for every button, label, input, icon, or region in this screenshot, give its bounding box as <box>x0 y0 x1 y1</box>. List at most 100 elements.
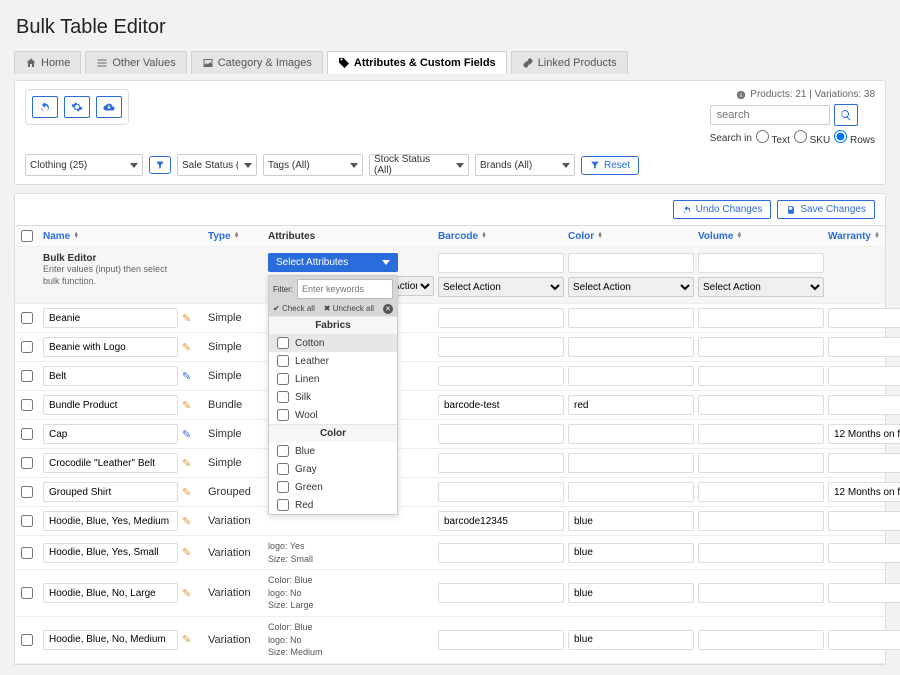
volume-input[interactable] <box>698 366 824 386</box>
warranty-input[interactable] <box>828 511 900 531</box>
warranty-input[interactable] <box>828 337 900 357</box>
attribute-option-checkbox[interactable] <box>277 445 289 457</box>
filter-toggle-button[interactable] <box>149 156 171 174</box>
row-checkbox[interactable] <box>21 399 33 411</box>
row-checkbox[interactable] <box>21 547 33 559</box>
undo-changes-button[interactable]: Undo Changes <box>673 200 772 219</box>
search-opt-sku[interactable]: SKU <box>794 130 830 146</box>
volume-input[interactable] <box>698 630 824 650</box>
attribute-option[interactable]: Wool <box>269 406 397 424</box>
color-input[interactable] <box>568 511 694 531</box>
attribute-option-checkbox[interactable] <box>277 391 289 403</box>
search-opt-text[interactable]: Text <box>756 130 790 146</box>
color-input[interactable] <box>568 424 694 444</box>
bulk-color-input[interactable] <box>438 253 564 273</box>
tab-category-images[interactable]: Category & Images <box>191 51 323 74</box>
name-input[interactable] <box>43 543 178 563</box>
warranty-input[interactable] <box>828 308 900 328</box>
attribute-option-checkbox[interactable] <box>277 499 289 511</box>
barcode-input[interactable] <box>438 543 564 563</box>
color-input[interactable] <box>568 337 694 357</box>
barcode-input[interactable] <box>438 630 564 650</box>
warranty-input[interactable] <box>828 366 900 386</box>
edit-icon[interactable]: ✎ <box>182 312 204 325</box>
color-input[interactable] <box>568 482 694 502</box>
barcode-input[interactable] <box>438 424 564 444</box>
color-input[interactable] <box>568 583 694 603</box>
name-input[interactable] <box>43 395 178 415</box>
brands-select[interactable]: Brands (All) <box>475 154 575 176</box>
edit-icon[interactable]: ✎ <box>182 587 204 600</box>
warranty-input[interactable] <box>828 424 900 444</box>
volume-input[interactable] <box>698 583 824 603</box>
name-input[interactable] <box>43 583 178 603</box>
barcode-input[interactable] <box>438 395 564 415</box>
edit-icon[interactable]: ✎ <box>182 370 204 383</box>
volume-input[interactable] <box>698 308 824 328</box>
edit-icon[interactable]: ✎ <box>182 515 204 528</box>
category-select[interactable]: Clothing (25) <box>25 154 143 176</box>
col-color[interactable]: Color▲▼ <box>568 231 694 242</box>
row-checkbox[interactable] <box>21 486 33 498</box>
check-all-link[interactable]: ✔ Check all <box>273 304 315 314</box>
attribute-option-checkbox[interactable] <box>277 409 289 421</box>
edit-icon[interactable]: ✎ <box>182 399 204 412</box>
edit-icon[interactable]: ✎ <box>182 633 204 646</box>
volume-input[interactable] <box>698 511 824 531</box>
name-input[interactable] <box>43 482 178 502</box>
name-input[interactable] <box>43 630 178 650</box>
row-checkbox[interactable] <box>21 312 33 324</box>
row-checkbox[interactable] <box>21 457 33 469</box>
color-input[interactable] <box>568 308 694 328</box>
warranty-input[interactable] <box>828 453 900 473</box>
edit-icon[interactable]: ✎ <box>182 428 204 441</box>
col-type[interactable]: Type▲▼ <box>208 231 264 242</box>
row-checkbox[interactable] <box>21 341 33 353</box>
search-button[interactable] <box>834 104 858 126</box>
attribute-filter-input[interactable] <box>297 279 393 299</box>
settings-button[interactable] <box>64 96 90 118</box>
sale-status-select[interactable]: Sale Status ( All ) <box>177 154 257 176</box>
name-input[interactable] <box>43 366 178 386</box>
barcode-input[interactable] <box>438 482 564 502</box>
volume-input[interactable] <box>698 453 824 473</box>
row-checkbox[interactable] <box>21 370 33 382</box>
barcode-input[interactable] <box>438 583 564 603</box>
name-input[interactable] <box>43 424 178 444</box>
attribute-option-checkbox[interactable] <box>277 355 289 367</box>
uncheck-all-link[interactable]: ✖ Uncheck all <box>324 304 374 314</box>
edit-icon[interactable]: ✎ <box>182 457 204 470</box>
color-input[interactable] <box>568 366 694 386</box>
color-input[interactable] <box>568 395 694 415</box>
name-input[interactable] <box>43 337 178 357</box>
bulk-warranty-input[interactable] <box>698 253 824 273</box>
name-input[interactable] <box>43 308 178 328</box>
volume-input[interactable] <box>698 482 824 502</box>
name-input[interactable] <box>43 511 178 531</box>
attribute-option[interactable]: Leather <box>269 352 397 370</box>
search-input[interactable] <box>710 105 830 125</box>
attribute-option-checkbox[interactable] <box>277 463 289 475</box>
barcode-input[interactable] <box>438 308 564 328</box>
warranty-input[interactable] <box>828 395 900 415</box>
select-attributes-dropdown[interactable]: Select Attributes <box>268 253 398 272</box>
col-barcode[interactable]: Barcode▲▼ <box>438 231 564 242</box>
bulk-volume-input[interactable] <box>568 253 694 273</box>
edit-icon[interactable]: ✎ <box>182 486 204 499</box>
row-checkbox[interactable] <box>21 428 33 440</box>
search-opt-rows[interactable]: Rows <box>834 130 875 146</box>
bulk-color-action[interactable]: Select Action <box>438 277 564 297</box>
select-all-checkbox[interactable] <box>21 230 33 242</box>
color-input[interactable] <box>568 630 694 650</box>
row-checkbox[interactable] <box>21 587 33 599</box>
barcode-input[interactable] <box>438 366 564 386</box>
attribute-option-checkbox[interactable] <box>277 337 289 349</box>
warranty-input[interactable] <box>828 630 900 650</box>
col-volume[interactable]: Volume▲▼ <box>698 231 824 242</box>
reset-button[interactable]: Reset <box>581 156 639 175</box>
tags-select[interactable]: Tags (All) <box>263 154 363 176</box>
volume-input[interactable] <box>698 395 824 415</box>
tab-home[interactable]: Home <box>14 51 81 74</box>
close-icon[interactable]: ✕ <box>383 304 393 314</box>
color-input[interactable] <box>568 453 694 473</box>
